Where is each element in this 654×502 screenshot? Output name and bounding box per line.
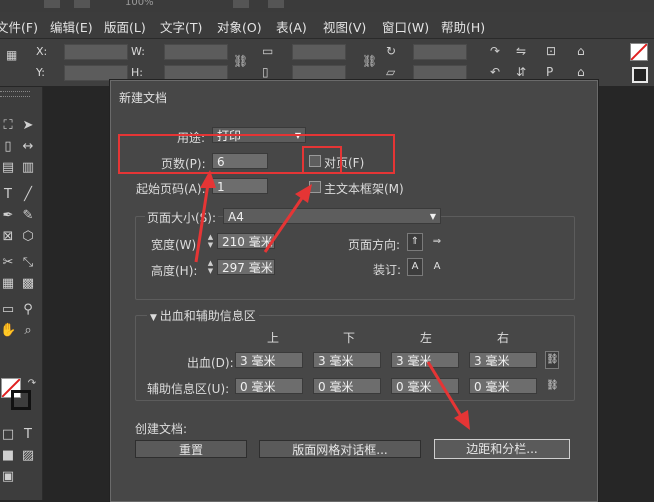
annotation-arrow-head [454,410,470,430]
annotation-arrow-head [200,170,216,188]
annotation-arrows [194,170,470,430]
annotation-arrow [426,361,463,417]
annotation-arrow [263,197,304,253]
annotation-arrow-head [295,184,312,203]
annotation-arrow [194,183,210,263]
